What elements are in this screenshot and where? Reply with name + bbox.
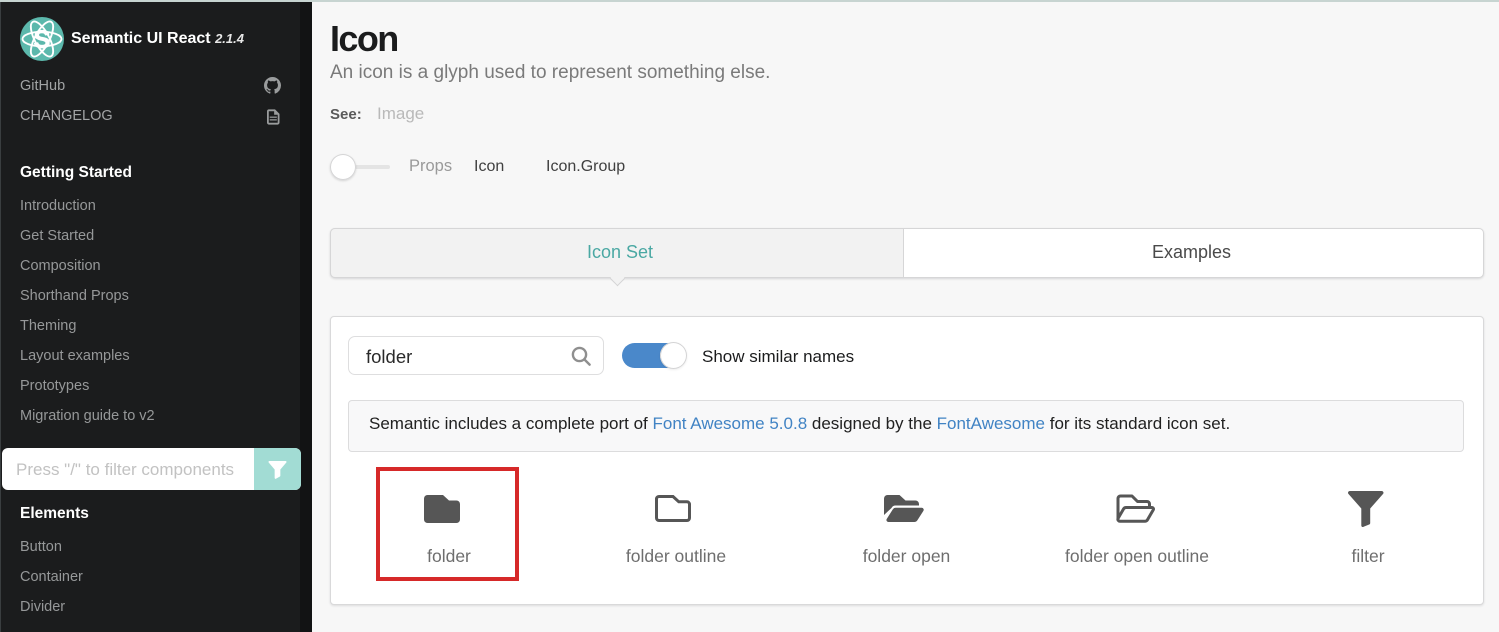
- svg-text:S: S: [34, 26, 51, 54]
